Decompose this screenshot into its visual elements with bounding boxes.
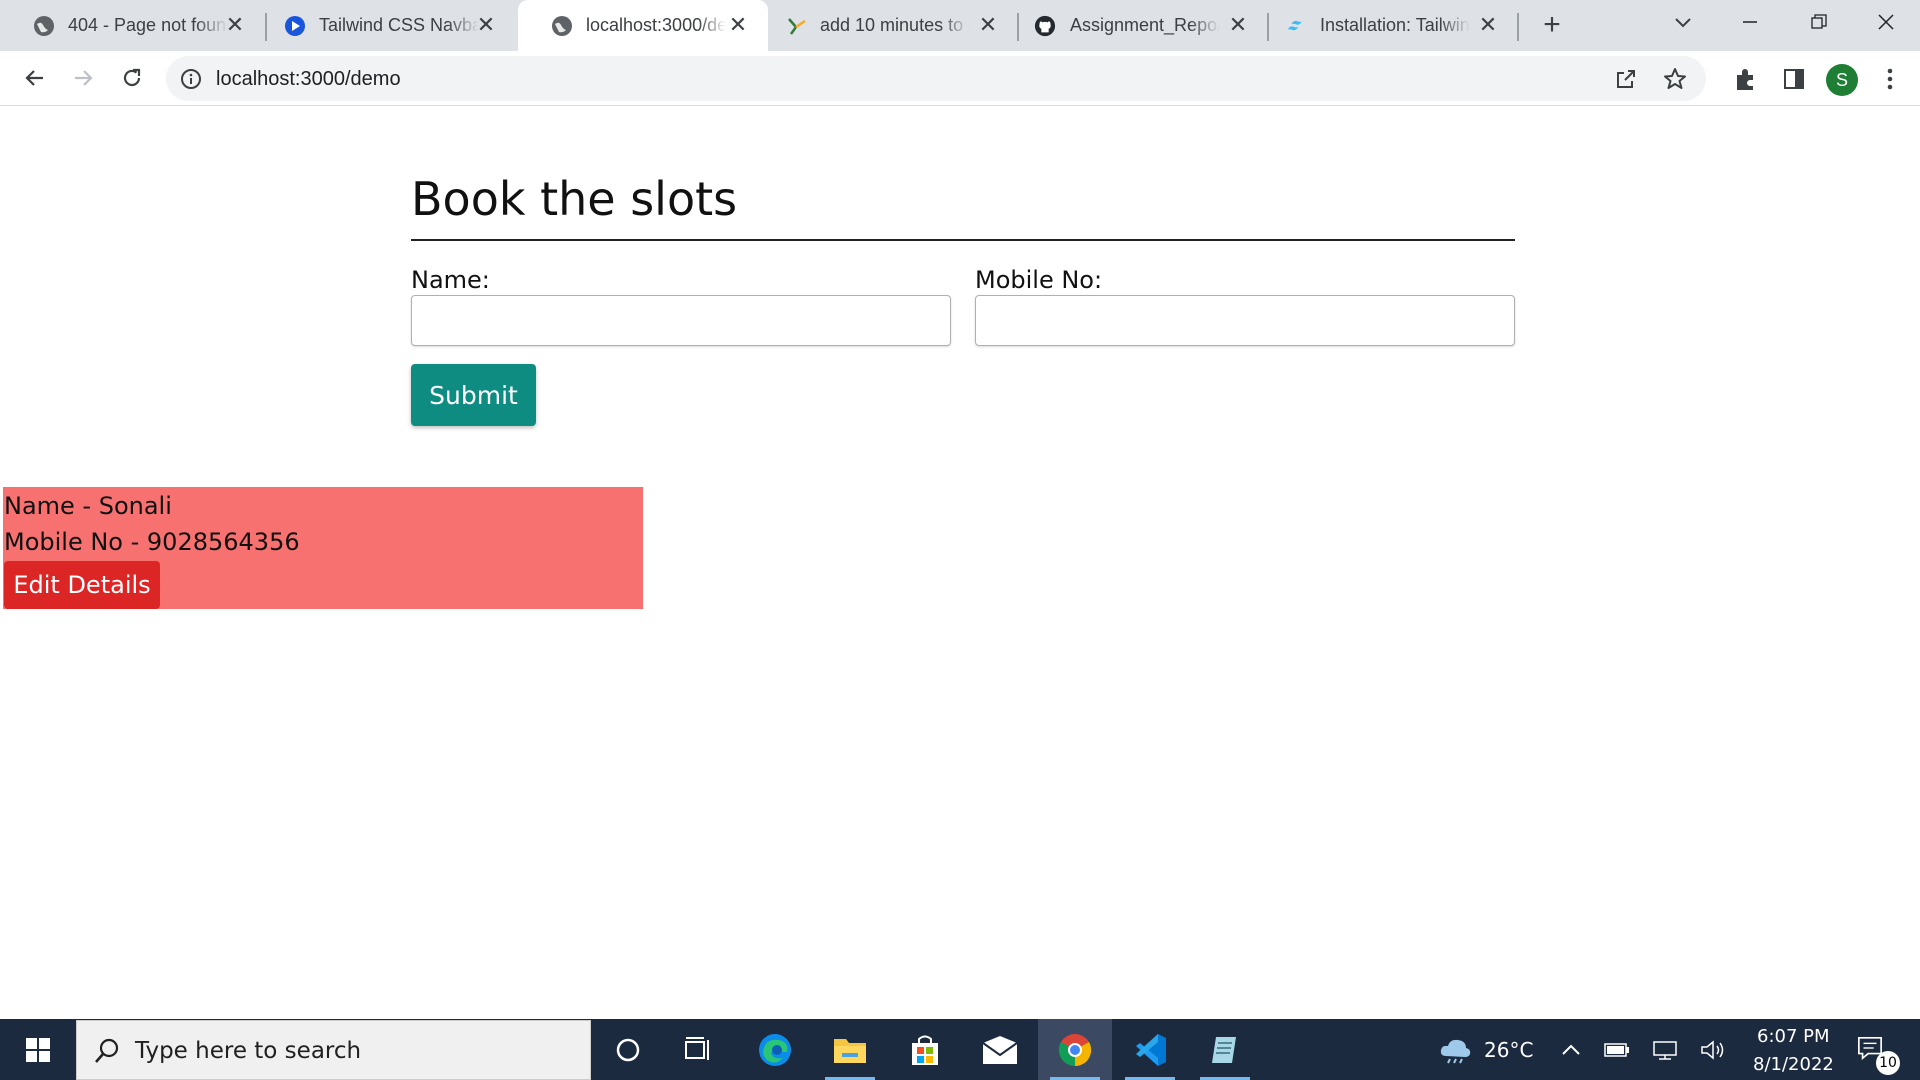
volume-icon[interactable]: [1700, 1037, 1726, 1063]
tab-add-10-minutes[interactable]: add 10 minutes to current time ✕: [768, 0, 1018, 51]
close-window-button[interactable]: [1852, 0, 1920, 44]
submit-button[interactable]: Submit: [411, 364, 536, 426]
name-input[interactable]: [411, 295, 951, 346]
tab-localhost-demo[interactable]: localhost:3000/demo ✕: [518, 0, 768, 51]
reload-button[interactable]: [114, 60, 150, 96]
name-label: Name:: [411, 266, 490, 294]
bookmark-star-icon[interactable]: [1662, 66, 1688, 92]
tab-title: 404 - Page not found: [68, 15, 228, 35]
extensions-puzzle-icon[interactable]: [1732, 65, 1760, 93]
page-title: Book the slots: [411, 172, 738, 226]
search-placeholder: Type here to search: [135, 1038, 362, 1064]
cortana-button[interactable]: [591, 1019, 665, 1080]
close-icon[interactable]: ✕: [474, 12, 498, 37]
folder-icon: [834, 1038, 866, 1063]
kebab-menu-icon[interactable]: [1876, 65, 1904, 93]
taskbar-store[interactable]: [888, 1019, 962, 1080]
tab-title: add 10 minutes to current time: [820, 15, 970, 35]
search-icon: [93, 1037, 121, 1065]
tab-title: localhost:3000/demo: [586, 15, 726, 35]
cortana-icon: [616, 1038, 640, 1061]
close-icon[interactable]: ✕: [223, 12, 247, 37]
address-bar[interactable]: localhost:3000/demo: [166, 56, 1706, 101]
booking-card: Name - Sonali Mobile No - 9028564356 Edi…: [3, 487, 643, 609]
arrow-right-icon: [75, 70, 93, 86]
tab-tailwind-installation[interactable]: Installation: Tailwind CSS ✕: [1268, 0, 1518, 51]
new-tab-button[interactable]: +: [1536, 10, 1568, 42]
info-icon[interactable]: [180, 68, 202, 90]
globe-icon: [33, 15, 55, 37]
github-icon: [1034, 15, 1056, 37]
restore-button[interactable]: [1785, 0, 1853, 44]
taskbar-vscode[interactable]: [1113, 1019, 1187, 1080]
arrow-left-icon: [25, 70, 43, 86]
restore-icon: [1811, 14, 1827, 29]
back-button[interactable]: [17, 60, 53, 96]
weather-cloud-icon[interactable]: [1438, 1037, 1472, 1064]
close-icon[interactable]: ✕: [976, 12, 1000, 37]
share-icon[interactable]: [1614, 67, 1638, 91]
edit-details-button[interactable]: Edit Details: [4, 561, 160, 609]
tab-title: Tailwind CSS Navbar: [319, 15, 479, 35]
close-icon[interactable]: ✕: [726, 12, 750, 37]
tab-github-assignment[interactable]: Assignment_Repo/assignment ✕: [1018, 0, 1268, 51]
close-icon: [1878, 14, 1894, 30]
profile-avatar[interactable]: S: [1826, 64, 1858, 96]
heading-divider: [411, 239, 1515, 241]
web-page: Book the slots Name: Mobile No: Submit N…: [0, 107, 1920, 1019]
chevron-up-icon[interactable]: [1558, 1037, 1584, 1063]
globe-icon: [551, 15, 573, 37]
clock-date[interactable]: 8/1/2022: [1753, 1053, 1834, 1077]
tab-tailwind-navbar[interactable]: Tailwind CSS Navbar ✕: [251, 0, 516, 51]
edge-icon: [759, 1033, 791, 1066]
taskbar-mail[interactable]: [963, 1019, 1037, 1080]
weather-temp[interactable]: 26°C: [1484, 1038, 1533, 1062]
forward-button[interactable]: [65, 60, 101, 96]
taskbar-chrome[interactable]: [1038, 1019, 1112, 1080]
taskbar-edge[interactable]: [738, 1019, 812, 1080]
chevron-down-icon: [1675, 18, 1691, 28]
mail-icon: [982, 1035, 1018, 1064]
card-mobile: Mobile No - 9028564356: [4, 528, 300, 556]
mobile-input[interactable]: [975, 295, 1515, 346]
side-panel-icon[interactable]: [1780, 65, 1808, 93]
tab-title: Assignment_Repo/assignment: [1070, 15, 1220, 35]
chrome-icon: [1058, 1033, 1092, 1066]
task-view-button[interactable]: [661, 1019, 735, 1080]
minimize-button[interactable]: [1716, 0, 1784, 44]
tab-404[interactable]: 404 - Page not found ✕: [0, 0, 265, 51]
vscode-icon: [1136, 1033, 1166, 1066]
search-result-icon: [786, 15, 808, 37]
taskbar-file-explorer[interactable]: [813, 1019, 887, 1080]
clock-time[interactable]: 6:07 PM: [1757, 1025, 1830, 1049]
browser-toolbar: localhost:3000/demo S: [0, 51, 1920, 106]
mobile-label: Mobile No:: [975, 266, 1103, 294]
windows-taskbar: Type here to search 26°C 6:07 PM 8/1/202…: [0, 1019, 1920, 1080]
windows-logo-icon: [26, 1037, 50, 1062]
close-icon[interactable]: ✕: [1476, 12, 1500, 37]
card-name: Name - Sonali: [4, 492, 172, 520]
tailwind-icon: [1286, 15, 1308, 37]
reload-icon: [123, 68, 141, 87]
minimize-icon: [1743, 21, 1757, 23]
url-text[interactable]: localhost:3000/demo: [216, 67, 401, 91]
task-view-icon: [685, 1036, 709, 1060]
notepad-icon: [1212, 1036, 1236, 1063]
network-icon[interactable]: [1652, 1037, 1678, 1063]
tab-search-button[interactable]: [1668, 8, 1698, 38]
tab-title: Installation: Tailwind CSS: [1320, 15, 1470, 35]
close-icon[interactable]: ✕: [1226, 12, 1250, 37]
tab-strip: 404 - Page not found ✕ Tailwind CSS Navb…: [0, 0, 1920, 51]
taskbar-search-box[interactable]: Type here to search: [76, 1020, 591, 1080]
tailwind-elements-icon: [284, 15, 306, 37]
start-button[interactable]: [0, 1019, 76, 1080]
store-icon: [912, 1035, 938, 1065]
notification-count-badge: 10: [1876, 1051, 1900, 1075]
battery-icon[interactable]: [1604, 1037, 1630, 1063]
tab-separator: [1517, 13, 1519, 41]
taskbar-notepad[interactable]: [1188, 1019, 1262, 1080]
